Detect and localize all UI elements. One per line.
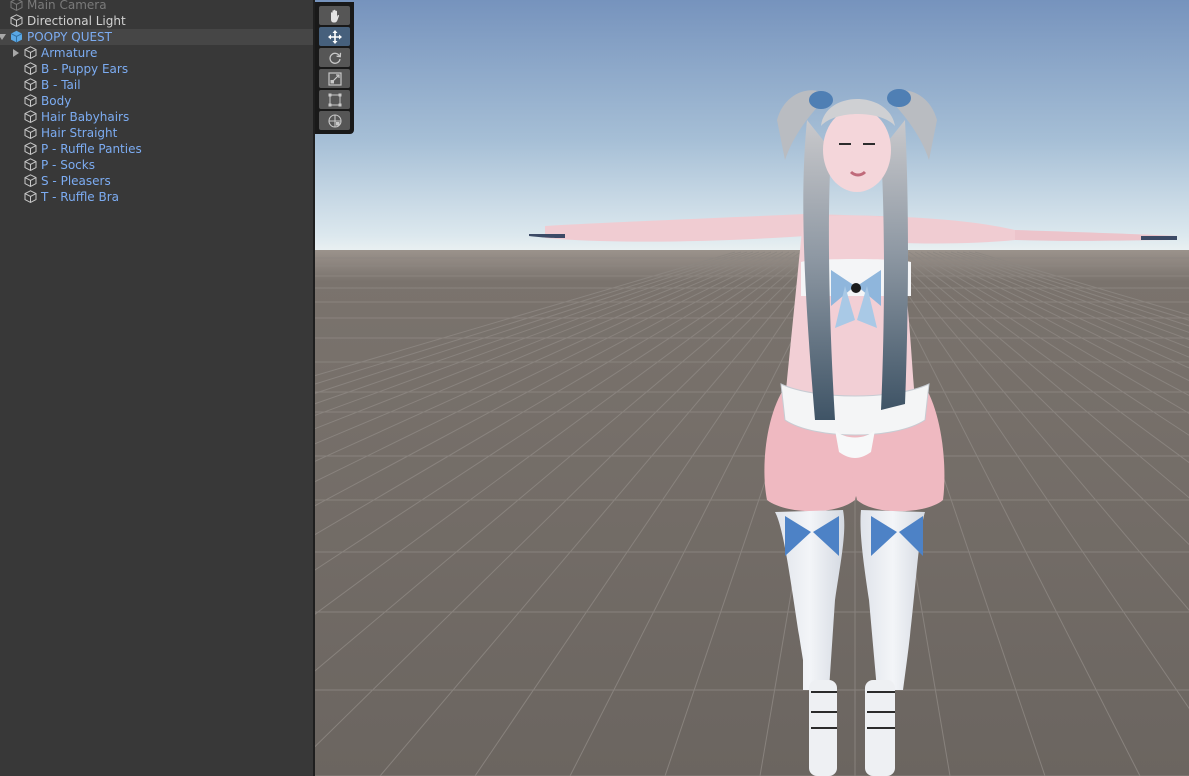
- hierarchy-item[interactable]: B - Puppy Ears: [0, 61, 313, 77]
- hierarchy-item[interactable]: POOPY QUEST: [0, 29, 313, 45]
- hierarchy-item[interactable]: Hair Babyhairs: [0, 109, 313, 125]
- scene-tools-overlay: [315, 2, 354, 134]
- gameobject-icon: [24, 94, 37, 107]
- hierarchy-item[interactable]: P - Ruffle Panties: [0, 141, 313, 157]
- hierarchy-item-label: Main Camera: [27, 0, 107, 12]
- gameobject-icon: [24, 78, 37, 91]
- rotate-icon: [327, 50, 343, 66]
- hand-icon: [327, 8, 343, 24]
- view-tool-button[interactable]: [319, 6, 350, 25]
- hierarchy-item[interactable]: T - Ruffle Bra: [0, 189, 313, 205]
- ground-plane: [315, 250, 1189, 776]
- transform-icon: [327, 113, 343, 129]
- gameobject-icon: [24, 190, 37, 203]
- gameobject-icon: [24, 142, 37, 155]
- hierarchy-item-label: Armature: [41, 46, 98, 60]
- hierarchy-item-label: P - Ruffle Panties: [41, 142, 142, 156]
- hierarchy-item-label: T - Ruffle Bra: [41, 190, 120, 204]
- gameobject-icon: [24, 174, 37, 187]
- rotate-tool-button[interactable]: [319, 48, 350, 67]
- scale-icon: [327, 71, 343, 87]
- transform-tool-button[interactable]: [319, 111, 350, 130]
- prefab-icon: [10, 30, 23, 43]
- hierarchy-item-label: B - Tail: [41, 78, 81, 92]
- hierarchy-item-label: B - Puppy Ears: [41, 62, 129, 76]
- foldout-collapsed-icon[interactable]: [11, 48, 21, 58]
- hierarchy-item-label: P - Socks: [41, 158, 95, 172]
- move-tool-button[interactable]: [319, 27, 350, 46]
- hierarchy-item-label: Hair Straight: [41, 126, 118, 140]
- scale-tool-button[interactable]: [319, 69, 350, 88]
- gameobject-icon: [24, 158, 37, 171]
- hierarchy-item[interactable]: Armature: [0, 45, 313, 61]
- hierarchy-item-label: Body: [41, 94, 72, 108]
- hierarchy-item[interactable]: Body: [0, 93, 313, 109]
- foldout-expanded-icon[interactable]: [0, 32, 7, 42]
- hierarchy-item[interactable]: B - Tail: [0, 77, 313, 93]
- hierarchy-item[interactable]: Main Camera: [0, 0, 313, 13]
- gameobject-icon: [10, 14, 23, 27]
- gameobject-icon: [24, 62, 37, 75]
- hierarchy-item-label: POOPY QUEST: [27, 30, 113, 44]
- hierarchy-item[interactable]: Hair Straight: [0, 125, 313, 141]
- gameobject-icon: [24, 46, 37, 59]
- move-arrows-icon: [327, 29, 343, 45]
- gameobject-icon: [24, 126, 37, 139]
- hierarchy-item[interactable]: P - Socks: [0, 157, 313, 173]
- scene-view[interactable]: [315, 0, 1189, 776]
- hierarchy-panel: Main Camera Directional Light POOPY QUEST A…: [0, 0, 313, 776]
- gameobject-icon: [24, 110, 37, 123]
- scene-viewport[interactable]: [315, 0, 1189, 776]
- hierarchy-item-label: Directional Light: [27, 14, 126, 28]
- gameobject-icon: [10, 0, 23, 11]
- hierarchy-item[interactable]: S - Pleasers: [0, 173, 313, 189]
- hierarchy-item-label: Hair Babyhairs: [41, 110, 130, 124]
- hierarchy-item-label: S - Pleasers: [41, 174, 111, 188]
- rect-tool-button[interactable]: [319, 90, 350, 109]
- hierarchy-item[interactable]: Directional Light: [0, 13, 313, 29]
- rect-transform-icon: [327, 92, 343, 108]
